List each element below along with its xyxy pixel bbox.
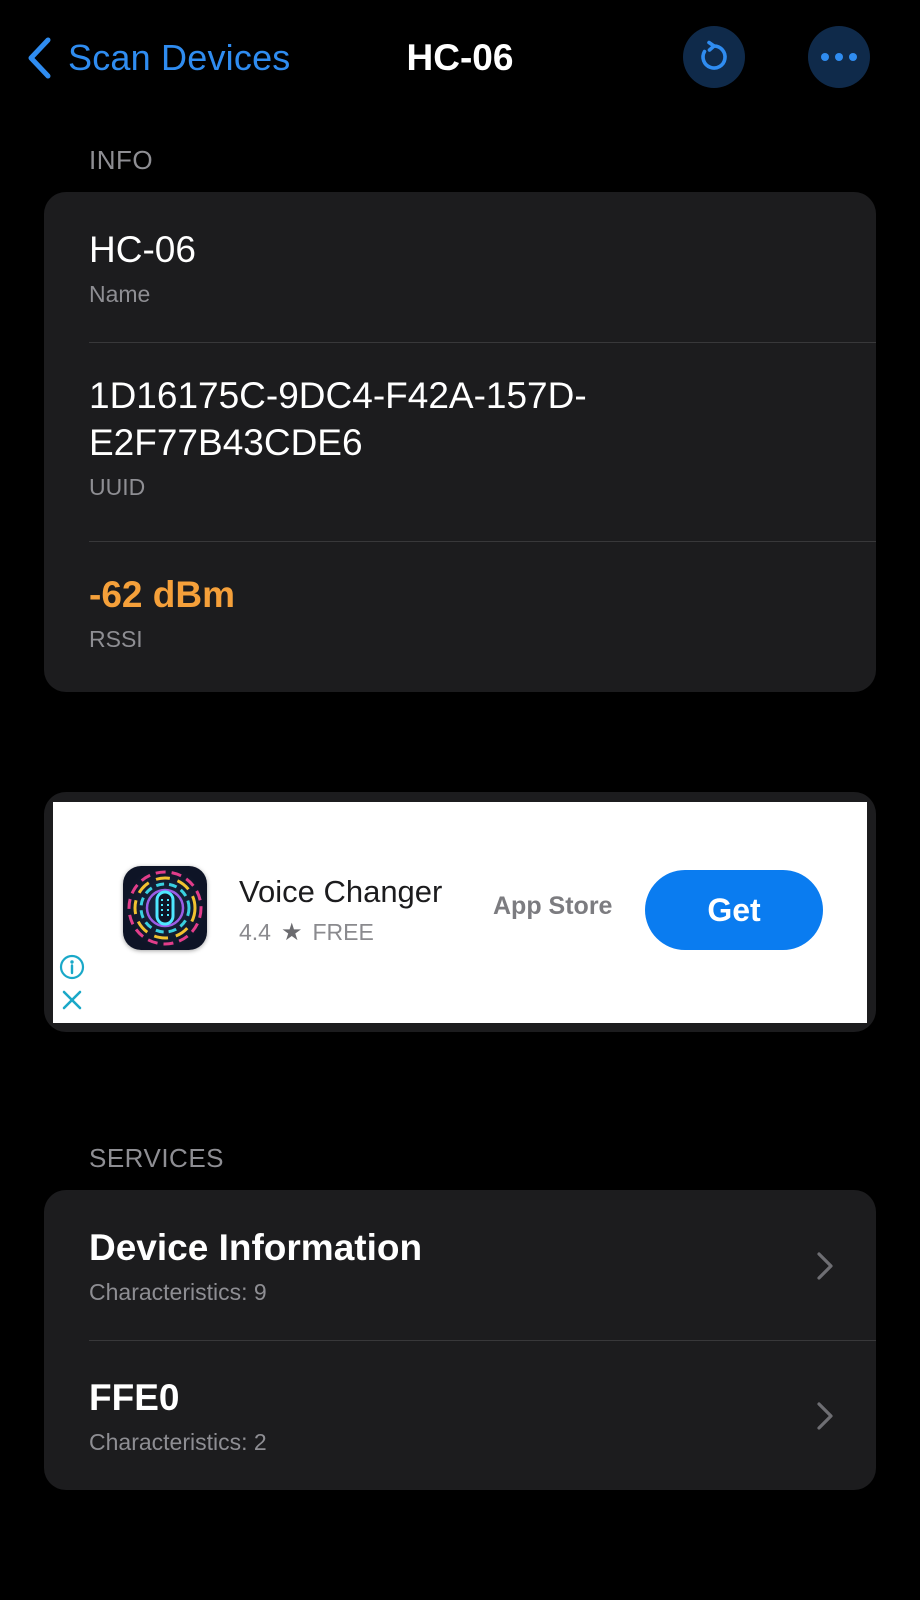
info-section-header: INFO — [89, 145, 154, 175]
ad-app-meta: 4.4 ★ FREE — [239, 918, 374, 947]
device-name-value: HC-06 — [89, 229, 196, 270]
microphone-icon — [127, 870, 203, 946]
ad-store-label: App Store — [493, 892, 613, 920]
refresh-button[interactable] — [683, 26, 745, 88]
device-name-label: Name — [89, 281, 151, 307]
app-icon[interactable] — [123, 866, 207, 950]
name-row: HC-06 Name — [89, 226, 876, 308]
more-button[interactable] — [808, 26, 870, 88]
rssi-label: RSSI — [89, 626, 143, 652]
ad-rating: 4.4 — [239, 919, 271, 945]
service-title: Device Information — [89, 1227, 423, 1268]
services-section-header: SERVICES — [89, 1143, 225, 1173]
ad-app-name[interactable]: Voice Changer — [239, 874, 442, 910]
back-button-label: Scan Devices — [68, 37, 291, 78]
uuid-row: 1D16175C-9DC4-F42A-157D- E2F77B43CDE6 UU… — [89, 372, 876, 501]
service-row-ffe0[interactable]: FFE0 Characteristics: 2 — [89, 1340, 876, 1490]
uuid-value-line2: E2F77B43CDE6 — [89, 422, 363, 463]
chevron-left-icon — [28, 37, 51, 79]
page-title: HC-06 — [406, 37, 514, 78]
star-icon: ★ — [280, 919, 303, 946]
uuid-label: UUID — [89, 474, 146, 500]
rssi-value: -62 dBm — [89, 574, 235, 615]
info-icon[interactable] — [59, 954, 85, 980]
back-button[interactable]: Scan Devices — [26, 30, 291, 86]
services-card: Device Information Characteristics: 9 FF… — [44, 1190, 876, 1490]
service-row-device-information[interactable]: Device Information Characteristics: 9 — [89, 1190, 876, 1340]
service-title: FFE0 — [89, 1377, 180, 1418]
uuid-value-line1: 1D16175C-9DC4-F42A-157D- — [89, 375, 587, 416]
ad-price: FREE — [312, 919, 374, 945]
refresh-icon — [701, 40, 727, 70]
service-subtitle: Characteristics: 2 — [89, 1429, 267, 1455]
divider — [89, 342, 876, 343]
close-icon[interactable] — [60, 988, 84, 1012]
service-subtitle: Characteristics: 9 — [89, 1279, 267, 1305]
chevron-right-icon — [817, 1402, 833, 1430]
divider — [89, 541, 876, 542]
ad-banner[interactable]: Voice Changer 4.4 ★ FREE App Store Get — [53, 802, 867, 1023]
chevron-right-icon — [817, 1252, 833, 1280]
info-card: HC-06 Name 1D16175C-9DC4-F42A-157D- E2F7… — [44, 192, 876, 692]
more-icon — [821, 53, 857, 61]
ad-container: Voice Changer 4.4 ★ FREE App Store Get — [44, 792, 876, 1032]
rssi-row: -62 dBm RSSI — [89, 571, 876, 653]
get-button[interactable]: Get — [645, 870, 823, 950]
